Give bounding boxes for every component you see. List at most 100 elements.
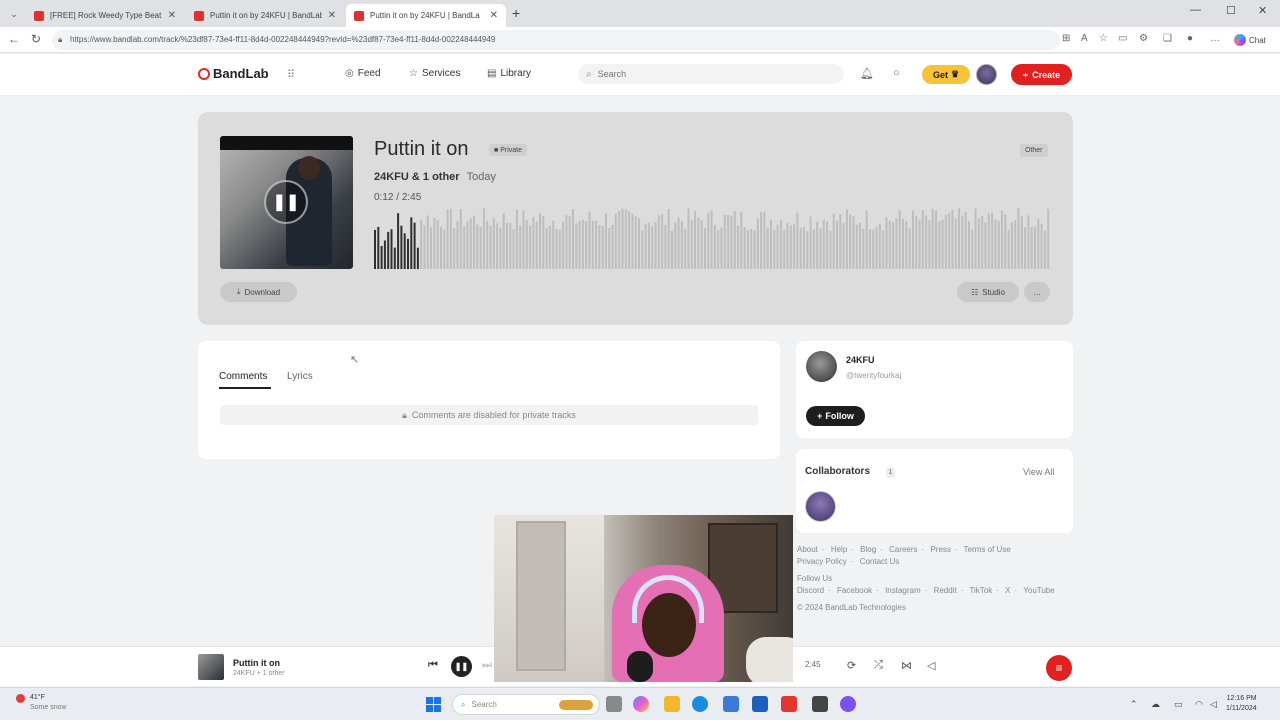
download-button[interactable]: ⤓ Download — [220, 282, 297, 302]
tray-chevron-icon[interactable]: ⌃ — [1130, 699, 1138, 710]
favorite-star-icon[interactable]: ☆ — [1099, 33, 1108, 44]
notifications-bell-icon[interactable]: 🔔︎ — [860, 67, 874, 80]
social-link[interactable]: X — [1005, 586, 1010, 595]
footer-link[interactable]: Help — [831, 545, 847, 554]
nav-feed[interactable]: ◎ Feed — [345, 68, 381, 79]
refresh-icon[interactable]: ↻ — [31, 32, 41, 46]
social-link[interactable]: Reddit — [934, 586, 957, 595]
file-explorer-icon[interactable] — [664, 696, 680, 712]
footer-link[interactable]: Privacy Policy — [797, 557, 847, 566]
user-avatar[interactable] — [976, 64, 997, 85]
player-thumbnail[interactable] — [198, 654, 224, 680]
volume-icon[interactable]: ◁ — [1210, 699, 1217, 710]
browser-tab-1[interactable]: [FREE] Rock Weedy Type Beat - "C ✕ — [26, 4, 184, 27]
social-link[interactable]: YouTube — [1023, 586, 1054, 595]
copilot-taskbar-icon[interactable] — [633, 696, 649, 712]
waveform-bar — [509, 222, 512, 269]
genre-badge[interactable]: Other — [1020, 144, 1048, 157]
store-icon[interactable] — [723, 696, 739, 712]
follow-button[interactable]: + Follow — [806, 406, 865, 426]
next-track-icon[interactable]: ⏭︎ — [482, 659, 492, 672]
red-app-icon[interactable] — [781, 696, 797, 712]
artist-name[interactable]: 24KFU — [846, 355, 875, 365]
browser-tab-3[interactable]: Puttin it on by 24KFU | BandLa ✕ — [346, 4, 506, 27]
purple-app-icon[interactable] — [840, 696, 856, 712]
browser-tab-2[interactable]: Puttin it on by 24KFU | BandLab ✕ — [186, 4, 344, 27]
tab-actions-icon[interactable]: ⌄ — [6, 6, 22, 22]
apps-icon[interactable]: ⊞ — [1062, 33, 1070, 44]
system-clock[interactable]: 12:16 PM 1/11/2024 — [1226, 694, 1257, 714]
player-track-title[interactable]: Puttin it on — [233, 658, 280, 668]
url-field[interactable]: 🔒︎ https://www.bandlab.com/track/%23df87… — [52, 30, 1060, 50]
collections-icon[interactable]: ❏ — [1163, 33, 1172, 44]
battery-icon[interactable]: ▭ — [1174, 699, 1183, 710]
read-aloud-icon[interactable]: A — [1081, 33, 1088, 44]
social-link[interactable]: Instagram — [885, 586, 921, 595]
capcut-icon[interactable] — [812, 696, 828, 712]
weather-widget[interactable]: 41°F Some snow — [16, 693, 67, 713]
speed-icon[interactable]: ⋈ — [901, 659, 912, 672]
social-link[interactable]: Facebook — [837, 586, 872, 595]
nav-library[interactable]: ▤ Library — [487, 68, 531, 79]
task-view-icon[interactable] — [606, 696, 622, 712]
waveform-bar-played — [393, 247, 396, 269]
queue-button[interactable]: ≡ — [1046, 655, 1072, 681]
open-in-studio-button[interactable]: ☷ Studio — [957, 282, 1019, 302]
maximize-icon[interactable]: ☐ — [1226, 4, 1236, 17]
footer-link[interactable]: Blog — [860, 545, 876, 554]
taskbar-search[interactable]: ⌕ Search — [452, 694, 600, 715]
close-tab-icon[interactable]: ✕ — [168, 10, 176, 21]
new-tab-icon[interactable]: + — [512, 5, 520, 21]
social-link[interactable]: Discord — [797, 586, 824, 595]
collab-suffix[interactable]: & 1 other — [412, 171, 460, 183]
outlook-icon[interactable] — [752, 696, 768, 712]
search-bar[interactable]: ⌕ — [578, 64, 844, 84]
waveform-bar — [750, 229, 753, 269]
track-cover-art[interactable]: ❚❚ — [220, 136, 353, 269]
messages-icon[interactable]: ○ — [893, 67, 900, 79]
extensions-icon[interactable]: ⚙ — [1139, 33, 1148, 44]
close-window-icon[interactable]: ✕ — [1258, 4, 1267, 17]
search-input[interactable] — [597, 69, 818, 79]
footer-link[interactable]: Careers — [889, 545, 917, 554]
shuffle-icon[interactable]: ⤮ — [874, 659, 883, 672]
get-membership-button[interactable]: Get ♛ — [922, 65, 970, 84]
copilot-button[interactable]: Chat — [1234, 32, 1274, 48]
artist-avatar[interactable] — [806, 351, 837, 382]
footer-link[interactable]: Press — [930, 545, 950, 554]
tab-lyrics[interactable]: Lyrics — [287, 371, 313, 382]
more-options-button[interactable]: ... — [1024, 282, 1050, 302]
artist-link[interactable]: 24KFU — [374, 171, 409, 183]
browser-menu-icon[interactable]: … — [1210, 33, 1220, 44]
footer-link[interactable]: Contact Us — [860, 557, 900, 566]
footer-link[interactable]: About — [797, 545, 818, 554]
player-pause-button[interactable]: ❚❚ — [451, 656, 472, 677]
view-all-link[interactable]: View All — [1023, 467, 1054, 477]
waveform-bar — [908, 228, 911, 269]
track-waveform[interactable] — [374, 208, 1051, 269]
nav-services[interactable]: ☆ Services — [409, 68, 460, 79]
site-info-icon[interactable]: 🔒︎ — [58, 35, 62, 45]
close-tab-icon[interactable]: ✕ — [490, 10, 498, 21]
edge-icon[interactable] — [692, 696, 708, 712]
tab-comments[interactable]: Comments — [219, 371, 267, 382]
collaborator-avatar[interactable] — [805, 491, 836, 522]
repeat-icon[interactable]: ⟳ — [847, 659, 856, 672]
footer-link[interactable]: Terms of Use — [964, 545, 1011, 554]
create-button[interactable]: + Create — [1011, 64, 1072, 85]
windows-start-icon[interactable] — [426, 697, 441, 712]
minimize-icon[interactable]: — — [1190, 4, 1201, 16]
previous-track-icon[interactable]: ⏮︎ — [428, 659, 438, 672]
apps-grid-icon[interactable]: ⠿ — [287, 68, 295, 81]
back-icon[interactable]: ← — [8, 32, 20, 46]
mute-icon[interactable]: ◁ — [927, 659, 935, 672]
social-link[interactable]: TikTok — [969, 586, 992, 595]
onedrive-icon[interactable]: ☁ — [1151, 699, 1160, 710]
close-tab-icon[interactable]: ✕ — [328, 10, 336, 21]
split-screen-icon[interactable]: ▭ — [1118, 33, 1127, 44]
wifi-icon[interactable]: ◠ — [1195, 699, 1203, 710]
profile-icon[interactable]: ● — [1187, 33, 1193, 44]
cover-pause-button[interactable]: ❚❚ — [264, 180, 308, 224]
bandlab-logo[interactable]: BandLab — [198, 66, 269, 81]
waveform-bar — [647, 222, 650, 269]
